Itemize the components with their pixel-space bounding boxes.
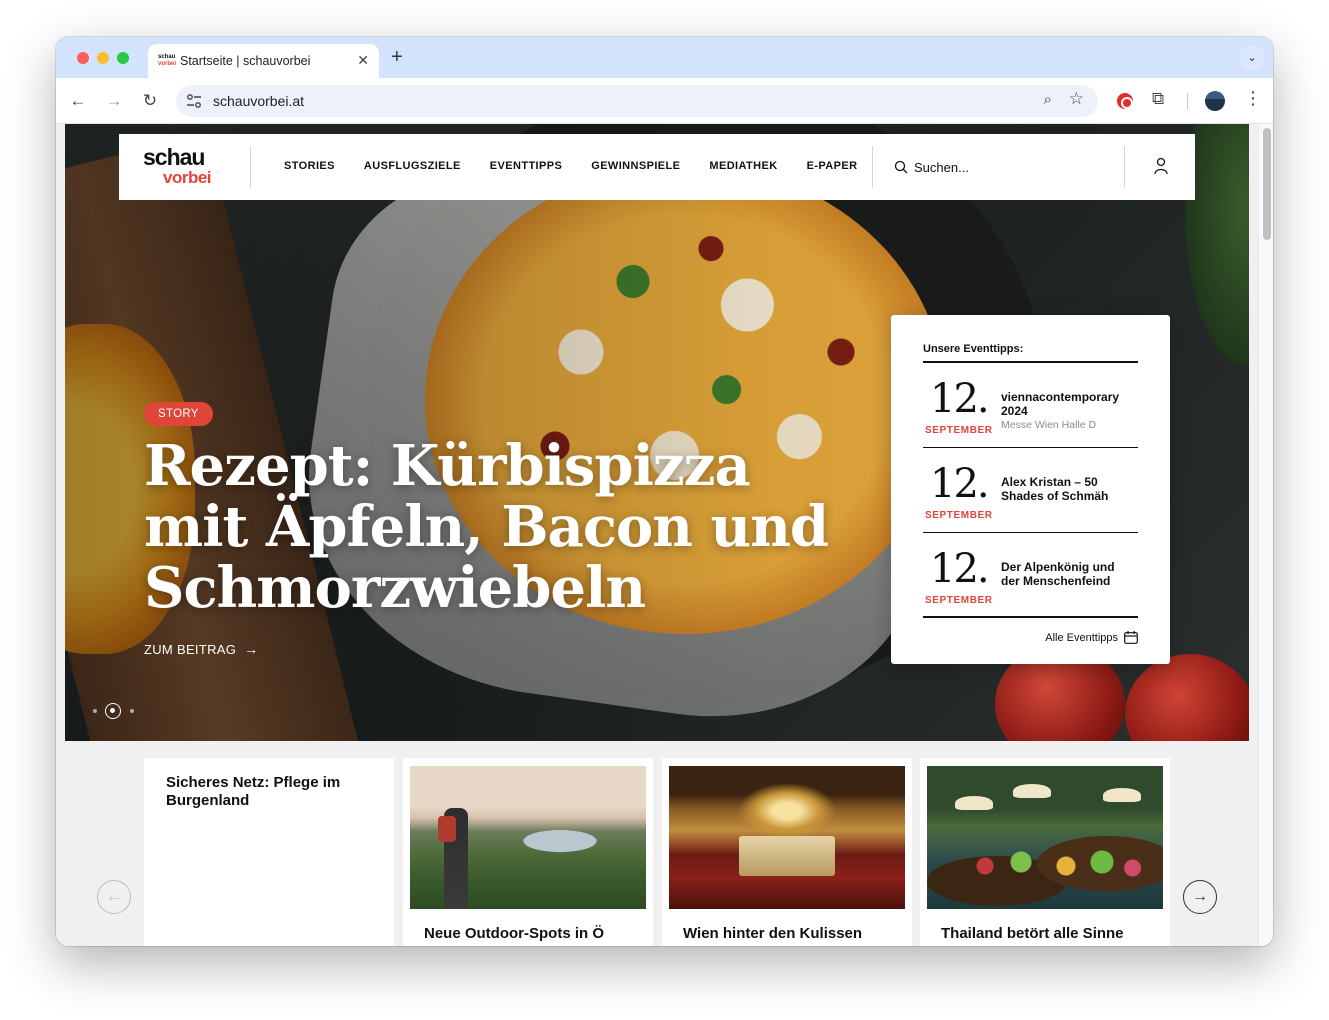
reload-icon[interactable]: ↻ — [139, 90, 161, 112]
event-day: 12. — [930, 461, 990, 507]
header-divider — [872, 146, 873, 188]
story-badge[interactable]: STORY — [144, 402, 213, 426]
url-text[interactable]: schauvorbei.at — [213, 93, 304, 109]
arrow-right-icon: → — [244, 641, 259, 657]
slider-dot[interactable] — [93, 709, 97, 713]
event-name[interactable]: Der Alpenkönig und der Menschenfeind — [1001, 560, 1136, 588]
all-events-link[interactable]: Alle Eventtipps — [1045, 631, 1138, 644]
produce-shape — [967, 846, 1147, 886]
story-card[interactable]: Wien hinter den Kulissen — [662, 758, 912, 946]
calendar-icon — [1124, 631, 1138, 644]
profile-avatar[interactable] — [1205, 91, 1225, 111]
search-input[interactable] — [914, 156, 1104, 178]
site-favicon-icon: schau vorbei — [158, 54, 177, 67]
nav-item-mediathek[interactable]: MEDIATHEK — [709, 160, 777, 172]
nav-item-ausflugsziele[interactable]: AUSFLUGSZIELE — [364, 160, 461, 172]
logo-text-schau: schau — [143, 144, 205, 170]
tab-strip: schau vorbei Startseite | schauvorbei ✕ +… — [56, 37, 1273, 78]
main-navigation: STORIES AUSFLUGSZIELE EVENTTIPPS GEWINNS… — [284, 160, 886, 172]
event-name[interactable]: Alex Kristan – 50 Shades of Schmäh — [1001, 475, 1136, 503]
story-card[interactable]: Thailand betört alle Sinne — [920, 758, 1170, 946]
tab-search-icon[interactable]: ⌄ — [1240, 46, 1264, 70]
browser-window: schau vorbei Startseite | schauvorbei ✕ +… — [56, 37, 1273, 946]
hiker-figure — [438, 808, 468, 908]
card-title[interactable]: Wien hinter den Kulissen — [683, 925, 893, 943]
toolbar-divider — [1187, 93, 1188, 109]
browser-toolbar: ← → ↻ schauvorbei.at ⌕ ☆ ⧉ ⋮ — [56, 78, 1273, 124]
user-account-icon[interactable] — [1153, 157, 1169, 175]
carousel-next-button[interactable]: → — [1183, 880, 1217, 914]
event-venue: Messe Wien Halle D — [1001, 419, 1097, 431]
theatre-stage — [739, 836, 835, 876]
hat-shape — [1013, 784, 1051, 798]
maximize-window-button[interactable] — [117, 52, 129, 64]
slider-dots — [93, 701, 153, 721]
card-title[interactable]: Thailand betört alle Sinne — [941, 925, 1151, 943]
card-image-theatre[interactable] — [669, 766, 905, 909]
search-icon[interactable] — [894, 160, 908, 174]
event-item[interactable]: 12. SEPTEMBER Der Alpenkönig und der Men… — [923, 533, 1138, 618]
browser-menu-icon[interactable]: ⋮ — [1244, 88, 1262, 109]
hat-shape — [955, 796, 993, 810]
event-tips-heading: Unsere Eventtipps: — [923, 343, 1024, 355]
event-day: 12. — [930, 546, 990, 592]
close-window-button[interactable] — [77, 52, 89, 64]
event-name[interactable]: viennacontemporary 2024 — [1001, 390, 1136, 418]
event-month: SEPTEMBER — [925, 510, 993, 521]
event-tips-panel: Unsere Eventtipps: 12. SEPTEMBER viennac… — [891, 315, 1170, 664]
hero-title[interactable]: Rezept: Kürbispizza mit Äpfeln, Bacon un… — [144, 436, 844, 619]
close-tab-icon[interactable]: ✕ — [357, 52, 369, 69]
logo-text-vorbei: vorbei — [163, 168, 212, 187]
all-events-label: Alle Eventtipps — [1045, 631, 1118, 644]
forward-icon[interactable]: → — [103, 90, 125, 112]
extension-red-icon[interactable] — [1117, 93, 1133, 109]
read-article-label: ZUM BEITRAG — [144, 642, 237, 657]
site-settings-icon[interactable] — [186, 93, 202, 109]
nav-item-eventtipps[interactable]: EVENTTIPPS — [490, 160, 562, 172]
address-bar[interactable]: schauvorbei.at ⌕ ☆ — [176, 85, 1098, 117]
bookmark-star-icon[interactable]: ☆ — [1069, 89, 1084, 109]
card-title[interactable]: Sicheres Netz: Pflege im Burgenland — [166, 774, 376, 810]
header-divider — [250, 146, 251, 188]
zoom-icon[interactable]: ⌕ — [1044, 91, 1052, 108]
nav-item-gewinnspiele[interactable]: GEWINNSPIELE — [591, 160, 680, 172]
event-month: SEPTEMBER — [925, 425, 993, 436]
back-icon[interactable]: ← — [67, 90, 89, 112]
event-item[interactable]: 12. SEPTEMBER Alex Kristan – 50 Shades o… — [923, 448, 1138, 533]
extensions-puzzle-icon[interactable]: ⧉ — [1152, 89, 1164, 109]
page-scrollbar[interactable] — [1258, 124, 1273, 946]
story-card[interactable]: Neue Outdoor-Spots in Ö — [403, 758, 653, 946]
browser-tab-active[interactable]: schau vorbei Startseite | schauvorbei ✕ — [148, 44, 379, 78]
event-day: 12. — [930, 376, 990, 422]
site-header: schau vorbei STORIES AUSFLUGSZIELE EVENT… — [119, 134, 1195, 200]
tab-title: Startseite | schauvorbei — [180, 54, 311, 68]
read-article-link[interactable]: ZUM BEITRAG → — [144, 641, 258, 657]
card-image-floating-market[interactable] — [927, 766, 1163, 909]
nav-item-stories[interactable]: STORIES — [284, 160, 335, 172]
carousel-prev-button[interactable]: ← — [97, 880, 131, 914]
event-month: SEPTEMBER — [925, 595, 993, 606]
hat-shape — [1103, 788, 1141, 802]
slider-dot[interactable] — [130, 709, 134, 713]
story-card[interactable]: Sicheres Netz: Pflege im Burgenland — [144, 758, 394, 946]
slider-dot-active[interactable] — [105, 703, 121, 719]
card-title[interactable]: Neue Outdoor-Spots in Ö — [424, 925, 634, 943]
site-logo[interactable]: schau vorbei — [143, 144, 225, 187]
event-item[interactable]: 12. SEPTEMBER viennacontemporary 2024 Me… — [923, 363, 1138, 448]
page-viewport: STORY Rezept: Kürbispizza mit Äpfeln, Ba… — [56, 124, 1273, 946]
card-image-hiker[interactable] — [410, 766, 646, 909]
new-tab-icon[interactable]: + — [391, 46, 403, 69]
scrollbar-thumb[interactable] — [1263, 128, 1271, 240]
minimize-window-button[interactable] — [97, 52, 109, 64]
nav-item-e-paper[interactable]: E-PAPER — [807, 160, 858, 172]
header-divider — [1124, 146, 1125, 188]
